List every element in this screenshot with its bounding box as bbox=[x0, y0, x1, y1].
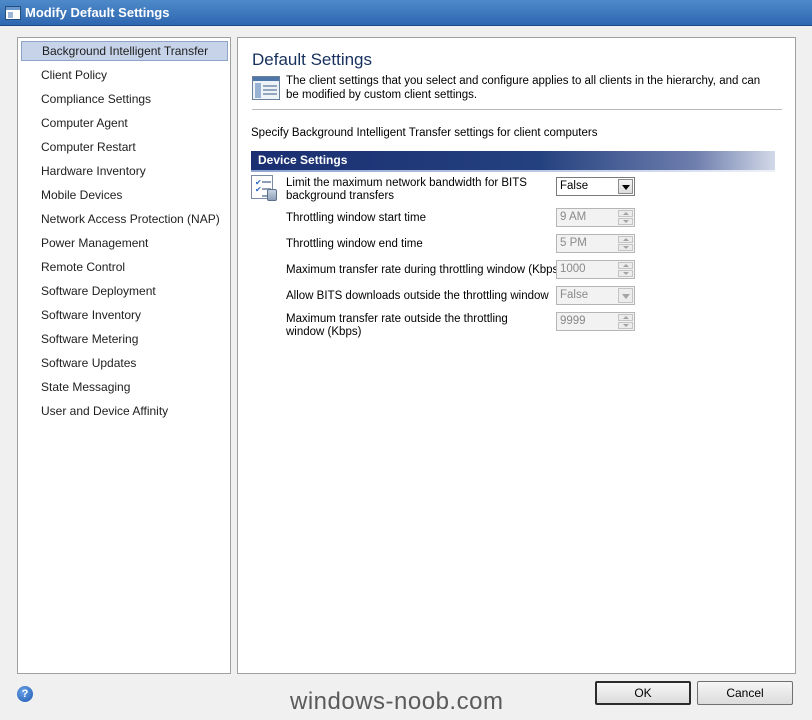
spinner-arrows-icon[interactable] bbox=[618, 314, 633, 329]
settings-checklist-icon: ✔ ✔ bbox=[251, 175, 279, 201]
throttling-start-spinner[interactable]: 9 AM bbox=[556, 208, 635, 227]
rate-during-window-spinner[interactable]: 1000 bbox=[556, 260, 635, 279]
sidebar-item-remote-control[interactable]: Remote Control bbox=[21, 257, 228, 277]
sidebar-item-software-inventory[interactable]: Software Inventory bbox=[21, 305, 228, 325]
sidebar-item-software-updates[interactable]: Software Updates bbox=[21, 353, 228, 373]
section-instructions: Specify Background Intelligent Transfer … bbox=[251, 127, 598, 139]
help-icon[interactable]: ? bbox=[17, 686, 33, 702]
dialog-body: Background Intelligent Transfer Client P… bbox=[0, 26, 812, 720]
rate-outside-window-value: 9999 bbox=[560, 315, 586, 327]
sidebar-item-software-metering[interactable]: Software Metering bbox=[21, 329, 228, 349]
settings-panel: Default Settings The client settings tha… bbox=[237, 37, 796, 674]
limit-bandwidth-value: False bbox=[560, 180, 589, 192]
sidebar-item-network-access-protection[interactable]: Network Access Protection (NAP) bbox=[21, 209, 228, 229]
sidebar-item-compliance-settings[interactable]: Compliance Settings bbox=[21, 89, 228, 109]
sidebar-item-hardware-inventory[interactable]: Hardware Inventory bbox=[21, 161, 228, 181]
window-app-icon bbox=[5, 6, 21, 20]
limit-bandwidth-label: Limit the maximum network bandwidth for … bbox=[286, 177, 527, 202]
chevron-down-icon[interactable] bbox=[618, 179, 633, 194]
sidebar-item-computer-restart[interactable]: Computer Restart bbox=[21, 137, 228, 157]
title-bar: Modify Default Settings bbox=[0, 0, 812, 26]
limit-bandwidth-dropdown[interactable]: False bbox=[556, 177, 635, 196]
sidebar-item-background-intelligent-transfer[interactable]: Background Intelligent Transfer bbox=[21, 41, 228, 61]
rate-outside-window-label: Maximum transfer rate outside the thrott… bbox=[286, 313, 508, 338]
settings-page-icon bbox=[252, 76, 280, 100]
page-title: Default Settings bbox=[252, 50, 373, 69]
cancel-button[interactable]: Cancel bbox=[697, 681, 793, 705]
sidebar-item-power-management[interactable]: Power Management bbox=[21, 233, 228, 253]
spinner-arrows-icon[interactable] bbox=[618, 236, 633, 251]
throttling-start-label: Throttling window start time bbox=[286, 212, 426, 224]
rate-during-window-value: 1000 bbox=[560, 263, 586, 275]
device-settings-header: Device Settings bbox=[251, 151, 775, 172]
sidebar-item-mobile-devices[interactable]: Mobile Devices bbox=[21, 185, 228, 205]
page-description: The client settings that you select and … bbox=[286, 75, 761, 101]
ok-button[interactable]: OK bbox=[595, 681, 691, 705]
watermark-text: windows-noob.com bbox=[290, 688, 504, 715]
sidebar-item-software-deployment[interactable]: Software Deployment bbox=[21, 281, 228, 301]
allow-outside-window-label: Allow BITS downloads outside the throttl… bbox=[286, 290, 549, 302]
sidebar-item-computer-agent[interactable]: Computer Agent bbox=[21, 113, 228, 133]
throttling-end-spinner[interactable]: 5 PM bbox=[556, 234, 635, 253]
header-divider bbox=[252, 109, 782, 110]
allow-outside-window-dropdown[interactable]: False bbox=[556, 286, 635, 305]
rate-outside-window-spinner[interactable]: 9999 bbox=[556, 312, 635, 331]
throttling-end-label: Throttling window end time bbox=[286, 238, 423, 250]
sidebar-item-user-and-device-affinity[interactable]: User and Device Affinity bbox=[21, 401, 228, 421]
throttling-start-value: 9 AM bbox=[560, 211, 587, 223]
rate-during-window-label: Maximum transfer rate during throttling … bbox=[286, 264, 563, 276]
spinner-arrows-icon[interactable] bbox=[618, 210, 633, 225]
spinner-arrows-icon[interactable] bbox=[618, 262, 633, 277]
throttling-end-value: 5 PM bbox=[560, 237, 587, 249]
settings-category-list: Background Intelligent Transfer Client P… bbox=[17, 37, 231, 674]
sidebar-item-client-policy[interactable]: Client Policy bbox=[21, 65, 228, 85]
sidebar-item-state-messaging[interactable]: State Messaging bbox=[21, 377, 228, 397]
chevron-down-icon[interactable] bbox=[618, 288, 633, 303]
window-title: Modify Default Settings bbox=[25, 5, 170, 20]
allow-outside-window-value: False bbox=[560, 289, 589, 301]
